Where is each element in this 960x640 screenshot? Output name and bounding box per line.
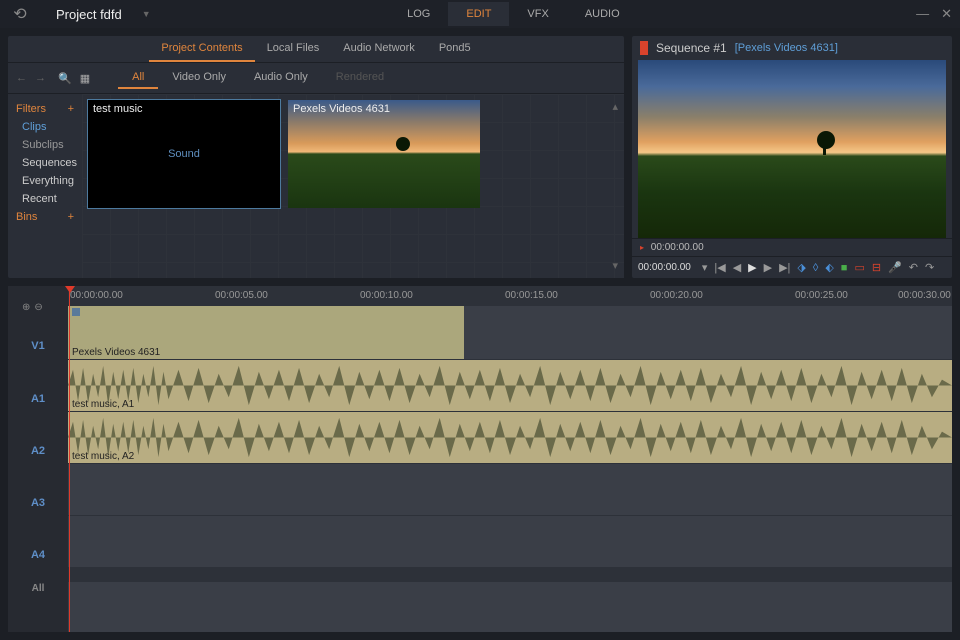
sequence-subtitle: [Pexels Videos 4631] [735, 42, 838, 54]
video-clip[interactable]: Pexels Videos 4631 [68, 306, 464, 359]
marker-icon[interactable]: ◊ [813, 262, 818, 274]
tab-edit[interactable]: EDIT [448, 2, 509, 26]
sidebar-item-subclips[interactable]: Subclips [12, 136, 78, 154]
clip-type-label: Sound [168, 148, 200, 160]
mic-icon[interactable]: 🎤 [888, 261, 902, 274]
nav-fwd-icon[interactable]: → [35, 72, 46, 84]
track-label-a3[interactable]: A3 [8, 477, 68, 529]
track-label-v1[interactable]: V1 [8, 319, 68, 373]
project-title: Project fdfd [56, 7, 122, 22]
overwrite-icon[interactable]: ▭ [854, 261, 864, 274]
zoom-in-icon[interactable]: ⊕ [22, 302, 30, 313]
out-point-icon[interactable]: ⬖ [825, 261, 833, 274]
track-a2[interactable]: test music, A2 [68, 412, 952, 464]
clip-thumb-audio[interactable]: test music Sound [88, 100, 280, 208]
projtab-local[interactable]: Local Files [255, 36, 332, 62]
track-a4[interactable] [68, 516, 952, 568]
sidebar-bins[interactable]: Bins + [12, 208, 78, 226]
preview-controls: 00:00:00.00 ▾ |◀ ◀ ▶ ▶ ▶| ⬗ ◊ ⬖ ■ ▭ ⊟ 🎤 … [632, 257, 952, 278]
audio-clip-a1[interactable]: test music, A1 [68, 360, 952, 411]
sidebar-item-sequences[interactable]: Sequences [12, 154, 78, 172]
project-toolbar: ← → 🔍 ▦ All Video Only Audio Only Render… [8, 63, 624, 94]
track-a3[interactable] [68, 464, 952, 516]
sidebar-item-everything[interactable]: Everything [12, 172, 78, 190]
timecode-main: 00:00:00.00 [638, 262, 691, 273]
clip-sync-marker-icon [72, 308, 80, 316]
track-label-a2[interactable]: A2 [8, 425, 68, 477]
tab-log[interactable]: LOG [389, 2, 448, 26]
zoom-out-icon[interactable]: ⊖ [34, 302, 42, 313]
tab-audio[interactable]: AUDIO [567, 2, 638, 26]
in-point-icon[interactable]: ⬗ [797, 261, 805, 274]
preview-viewport[interactable] [638, 60, 946, 238]
scroll-down-icon[interactable]: ▾ [612, 259, 618, 272]
goto-end-icon[interactable]: ▶| [779, 261, 790, 274]
search-icon[interactable]: 🔍 [58, 72, 72, 85]
filter-video[interactable]: Video Only [158, 67, 240, 89]
filter-rendered[interactable]: Rendered [322, 67, 398, 89]
track-a1[interactable]: test music, A1 [68, 360, 952, 412]
step-fwd-icon[interactable]: ▶ [764, 261, 772, 274]
project-panel: Project Contents Local Files Audio Netwo… [8, 36, 624, 278]
track-label-a4[interactable]: A4 [8, 529, 68, 581]
main-tabs: LOG EDIT VFX AUDIO [389, 2, 638, 26]
clip-name: test music [93, 103, 143, 115]
scroll-up-icon[interactable]: ▴ [612, 100, 618, 113]
filter-audio[interactable]: Audio Only [240, 67, 322, 89]
sidebar-filters[interactable]: Filters + [12, 100, 78, 118]
clip-label: test music, A2 [72, 451, 134, 462]
timeline: ⊕ ⊖ V1 A1 A2 A3 A4 All 00:00:00.00 00:00… [8, 286, 952, 632]
nav-back-icon[interactable]: ← [16, 72, 27, 84]
grid-view-icon[interactable]: ▦ [80, 72, 90, 85]
track-label-all[interactable]: All [8, 581, 68, 595]
projtab-contents[interactable]: Project Contents [149, 36, 254, 62]
titlebar: ⟲ Project fdfd ▼ LOG EDIT VFX AUDIO — ✕ [0, 0, 960, 28]
goto-start-icon[interactable]: |◀ [714, 261, 725, 274]
sequence-title: Sequence #1 [656, 41, 727, 55]
filter-all[interactable]: All [118, 67, 158, 89]
project-sidebar: Filters + Clips Subclips Sequences Every… [8, 94, 82, 278]
add-bin-icon[interactable]: + [68, 211, 74, 223]
step-back-icon[interactable]: ◀ [733, 261, 741, 274]
audio-clip-a2[interactable]: test music, A2 [68, 412, 952, 463]
tracks-area[interactable]: 00:00:00.00 00:00:05.00 00:00:10.00 00:0… [68, 286, 952, 632]
minimize-icon[interactable]: — [916, 6, 929, 22]
preview-panel: Sequence #1 [Pexels Videos 4631] 00:00:0… [632, 36, 952, 278]
projtab-network[interactable]: Audio Network [331, 36, 427, 62]
track-all[interactable] [68, 568, 952, 582]
insert-icon[interactable]: ■ [841, 262, 848, 274]
clip-label: test music, A1 [72, 399, 134, 410]
close-icon[interactable]: ✕ [941, 6, 952, 22]
back-icon[interactable]: ⟲ [8, 4, 32, 24]
play-icon[interactable]: ▶ [748, 261, 756, 274]
track-label-a1[interactable]: A1 [8, 373, 68, 425]
clip-label: Pexels Videos 4631 [72, 347, 160, 358]
tab-vfx[interactable]: VFX [509, 2, 566, 26]
redo-icon[interactable]: ↷ [925, 261, 934, 274]
time-ruler[interactable]: 00:00:00.00 00:00:05.00 00:00:10.00 00:0… [68, 286, 952, 306]
clip-thumb-video[interactable]: Pexels Videos 4631 [288, 100, 480, 208]
preview-timecode-bar: 00:00:00.00 [632, 238, 952, 257]
projtab-pond5[interactable]: Pond5 [427, 36, 483, 62]
sidebar-item-clips[interactable]: Clips [12, 118, 78, 136]
track-v1[interactable]: Pexels Videos 4631 [68, 306, 952, 360]
replace-icon[interactable]: ⊟ [872, 261, 881, 274]
sequence-marker-icon [640, 41, 648, 55]
project-tabs: Project Contents Local Files Audio Netwo… [8, 36, 624, 63]
sidebar-item-recent[interactable]: Recent [12, 190, 78, 208]
add-filter-icon[interactable]: + [68, 103, 74, 115]
playhead[interactable] [69, 286, 70, 632]
dropdown-icon[interactable]: ▾ [702, 261, 708, 274]
clip-name: Pexels Videos 4631 [293, 103, 390, 115]
project-dropdown-icon[interactable]: ▼ [142, 9, 151, 19]
project-content: ▴ ▾ test music Sound Pexels Videos 4631 [82, 94, 624, 278]
undo-icon[interactable]: ↶ [909, 261, 918, 274]
